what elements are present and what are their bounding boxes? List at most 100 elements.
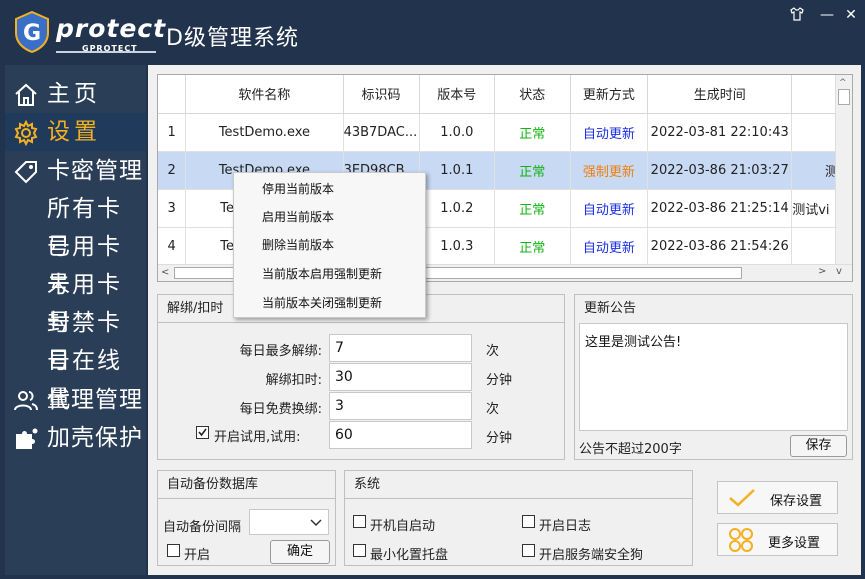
sidebar-item-daily-online[interactable]: 日在线量 (5, 342, 146, 412)
context-menu: 停用当前版本 启用当前版本 删除当前版本 当前版本启用强制更新 当前版本关闭强制… (233, 172, 426, 318)
autostart-checkbox[interactable] (353, 515, 366, 528)
version: 1.0.1 (419, 151, 496, 190)
home-icon (15, 83, 37, 106)
notice-textarea[interactable]: 这里是测试公告! (579, 323, 848, 431)
table-header[interactable]: 标识码 (343, 75, 420, 114)
software-name: TestDemo.exe (185, 113, 344, 152)
created-time: 2022-03-86 21:25:14 (647, 189, 793, 228)
vertical-scroll-thumb[interactable] (838, 89, 850, 105)
update-mode: 自动更新 (570, 113, 649, 152)
minimize-button[interactable]: — (818, 6, 836, 24)
backup-group-title: 自动备份数据库 (158, 471, 335, 499)
version: 1.0.3 (419, 227, 496, 266)
table-header-row: 软件名称 标识码 版本号 状态 更新方式 生成时间 (158, 75, 852, 114)
settings-panel: 软件名称 标识码 版本号 状态 更新方式 生成时间 1 TestDemo.exe… (148, 65, 861, 575)
table-vertical-scrollbar[interactable]: ^ (835, 75, 852, 264)
status: 正常 (494, 151, 571, 190)
table-header[interactable]: 软件名称 (185, 75, 344, 114)
menu-item-enable-version[interactable]: 启用当前版本 (234, 203, 425, 231)
sidebar-item-shell-protection[interactable]: 加壳保护 (5, 419, 146, 457)
svg-text:G: G (23, 21, 41, 46)
status: 正常 (494, 189, 571, 228)
sidebar-item-agent-management[interactable]: 代理管理 (5, 381, 146, 419)
log-label: 开启日志 (539, 519, 592, 534)
more-settings-button[interactable]: 更多设置 (717, 523, 838, 556)
free-rebind-label: 每日免费换绑: (239, 402, 322, 417)
notice-save-button[interactable]: 保存 (790, 435, 847, 457)
sidebar-item-label: 加壳保护 (47, 425, 143, 451)
sidebar-item-all-cards[interactable]: 所有卡号 (5, 190, 146, 260)
unbind-deduct-unit: 分钟 (486, 373, 513, 388)
table-header[interactable]: 更新方式 (570, 75, 649, 114)
minimize-to-tray-checkbox[interactable] (353, 544, 366, 557)
sidebar-item-home[interactable]: 主页 (5, 75, 146, 113)
sidebar: 主页 设置 卡密管理 所有卡号 已用卡号 未用卡号 封禁卡号 日在线量 代理管理… (5, 65, 146, 575)
title-bar: G protect GPROTECT D级管理系统 — ✕ (0, 0, 865, 64)
security-guard-label: 开启服务端安全狗 (539, 548, 644, 563)
id-code: 43B7DAC... (343, 113, 420, 152)
security-guard-checkbox[interactable] (522, 544, 535, 557)
brand-subtitle: GPROTECT (82, 44, 138, 53)
menu-item-disable-forced-update[interactable]: 当前版本关闭强制更新 (234, 289, 425, 317)
row-number: 3 (158, 189, 187, 228)
sidebar-item-unused-cards[interactable]: 未用卡号 (5, 266, 146, 336)
sidebar-item-label: 卡密管理 (47, 158, 143, 184)
scroll-down-icon[interactable]: v (836, 266, 842, 277)
trial-checkbox[interactable] (196, 426, 209, 439)
backup-confirm-button[interactable]: 确定 (270, 540, 330, 564)
close-button[interactable]: ✕ (842, 6, 860, 24)
gear-icon (14, 120, 38, 146)
scroll-right-icon[interactable]: > (818, 266, 826, 277)
scroll-up-icon[interactable]: ^ (839, 79, 849, 88)
chevron-down-icon (310, 519, 322, 527)
system-group-title: 系统 (345, 471, 692, 499)
save-settings-label: 保存设置 (770, 494, 823, 509)
notice-group-title: 更新公告 (584, 301, 637, 316)
tag-icon (14, 161, 37, 184)
skin-button[interactable] (788, 6, 806, 24)
status: 正常 (494, 113, 571, 152)
shirt-icon (790, 7, 804, 21)
backup-enable-label: 开启 (184, 548, 211, 563)
row-number: 2 (158, 151, 187, 190)
version: 1.0.0 (419, 113, 496, 152)
save-settings-button[interactable]: 保存设置 (717, 481, 838, 514)
unbind-group: 解绑/扣时 每日最多解绑: 7 次 解绑扣时: 30 分钟 每日免费换绑: 3 … (157, 294, 565, 460)
more-settings-label: 更多设置 (768, 536, 821, 551)
menu-item-disable-version[interactable]: 停用当前版本 (234, 175, 425, 203)
unbind-deduct-input[interactable]: 30 (329, 363, 472, 391)
sidebar-item-settings[interactable]: 设置 (5, 113, 146, 151)
sidebar-item-banned-cards[interactable]: 封禁卡号 (5, 304, 146, 374)
check-icon (198, 428, 207, 437)
notice-group: 更新公告 这里是测试公告! 公告不超过200字 保存 (574, 294, 853, 460)
menu-item-delete-version[interactable]: 删除当前版本 (234, 231, 425, 259)
table-header[interactable]: 状态 (494, 75, 571, 114)
backup-enable-checkbox[interactable] (167, 544, 180, 557)
sidebar-item-card-management[interactable]: 卡密管理 (5, 152, 146, 190)
scroll-left-icon[interactable]: < (161, 267, 169, 278)
table-header[interactable]: 生成时间 (647, 75, 793, 114)
update-mode: 自动更新 (570, 189, 649, 228)
backup-interval-select[interactable] (249, 509, 329, 535)
unbind-deduct-label: 解绑扣时: (265, 373, 322, 388)
daily-max-unbind-unit: 次 (486, 344, 500, 359)
table-header (158, 75, 187, 114)
daily-max-unbind-input[interactable]: 7 (329, 334, 472, 362)
sidebar-item-used-cards[interactable]: 已用卡号 (5, 228, 146, 298)
menu-item-enable-forced-update[interactable]: 当前版本启用强制更新 (234, 260, 425, 288)
backup-group: 自动备份数据库 自动备份间隔 开启 确定 (157, 470, 336, 566)
table-header[interactable]: 版本号 (419, 75, 496, 114)
app-title: D级管理系统 (166, 26, 299, 51)
brand-name: protect (56, 14, 167, 43)
log-checkbox[interactable] (522, 515, 535, 528)
notice-hint: 公告不超过200字 (579, 442, 682, 457)
free-rebind-input[interactable]: 3 (329, 392, 472, 420)
logo: G protect GPROTECT (12, 8, 165, 58)
created-time: 2022-03-86 21:54:26 (647, 227, 793, 266)
puzzle-icon (16, 428, 38, 449)
table-row[interactable]: 1 TestDemo.exe 43B7DAC... 1.0.0 正常 自动更新 … (158, 113, 852, 152)
autostart-label: 开机自启动 (370, 519, 436, 534)
trial-minutes-input[interactable]: 60 (329, 421, 472, 449)
created-time: 2022-03-81 22:10:43 (647, 113, 793, 152)
users-icon (14, 391, 38, 411)
